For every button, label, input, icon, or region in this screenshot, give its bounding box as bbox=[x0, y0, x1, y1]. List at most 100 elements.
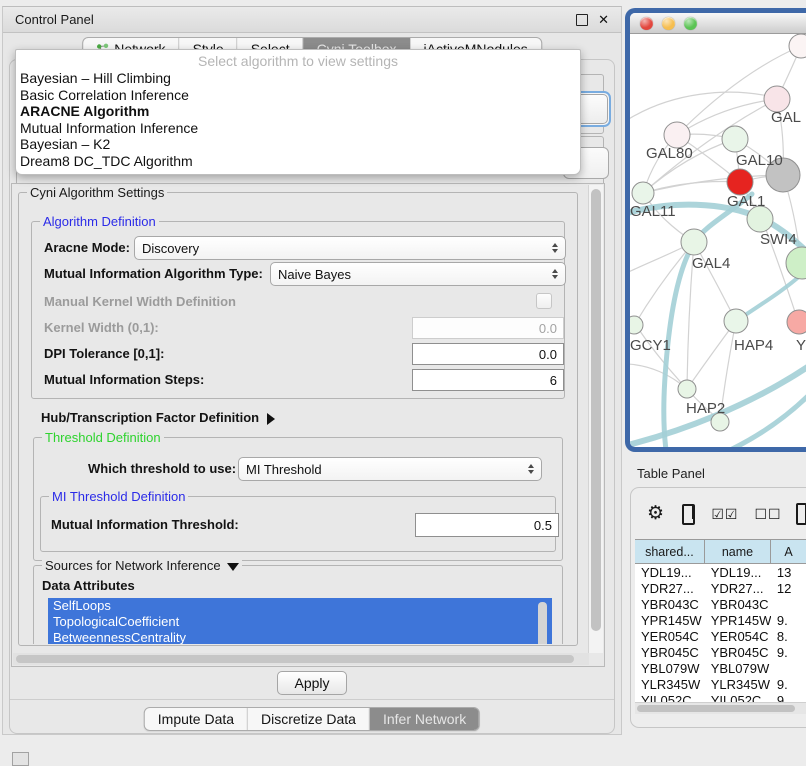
control-panel-window: Control Panel ✕ NetworkStyleSelectCyni T… bbox=[2, 6, 622, 735]
apply-button[interactable]: Apply bbox=[277, 671, 347, 695]
network-canvas[interactable]: GALGAL80GAL10GAL1GAL11SWI4GAL4GCY1HAP4YH… bbox=[630, 34, 806, 447]
algorithm-option-basic-correlation-inference[interactable]: Basic Correlation Inference bbox=[16, 87, 580, 104]
table-horizontal-scrollbar[interactable] bbox=[635, 702, 806, 714]
horizontal-scrollbar[interactable] bbox=[13, 653, 589, 665]
node-gal4[interactable] bbox=[681, 229, 707, 255]
algorithm-option-aracne-algorithm[interactable]: ARACNE Algorithm bbox=[16, 103, 580, 120]
table-cell: YBR045C bbox=[635, 644, 705, 660]
data-attributes-list[interactable]: SelfLoopsTopologicalCoefficientBetweenne… bbox=[48, 598, 552, 644]
node-label-hap2: HAP2 bbox=[686, 400, 725, 417]
node-gcy1[interactable] bbox=[630, 316, 643, 334]
node-attribute-table[interactable]: shared...nameAYDL19...YDL19...13YDR27...… bbox=[635, 539, 806, 702]
dpi-tolerance-label: DPI Tolerance [0,1]: bbox=[44, 346, 164, 361]
column-header-A[interactable]: A bbox=[771, 540, 806, 564]
column-header-name[interactable]: name bbox=[705, 540, 771, 564]
sources-group: Sources for Network Inference Data Attri… bbox=[33, 565, 563, 644]
network-edge-highlighted bbox=[726, 392, 806, 447]
kernel-width-input: 0.0 bbox=[412, 317, 564, 339]
tab-infer-network[interactable]: Infer Network bbox=[370, 708, 479, 730]
table-row[interactable]: YDR27...YDR27...12 bbox=[635, 580, 806, 596]
table-cell bbox=[771, 596, 806, 612]
expand-right-icon bbox=[267, 413, 275, 425]
node-gal1-red[interactable] bbox=[727, 169, 753, 195]
kernel-width-label: Kernel Width (0,1): bbox=[44, 320, 159, 335]
table-row[interactable]: YLR345WYLR345W9. bbox=[635, 676, 806, 692]
threshold-definition-legend: Threshold Definition bbox=[42, 430, 164, 445]
algorithm-option-bayesian-hill-climbing[interactable]: Bayesian – Hill Climbing bbox=[16, 70, 580, 87]
algorithm-option-mutual-information-inference[interactable]: Mutual Information Inference bbox=[16, 120, 580, 137]
network-edge bbox=[687, 321, 736, 389]
table-cell: 9. bbox=[771, 692, 806, 702]
tab-impute-data[interactable]: Impute Data bbox=[145, 708, 248, 730]
table-row[interactable]: YBR043CYBR043C bbox=[635, 596, 806, 612]
threshold-definition-group: Threshold Definition Which threshold to … bbox=[33, 437, 563, 561]
zoom-traffic-light-icon[interactable] bbox=[684, 17, 697, 30]
table-cell: YIL052C bbox=[635, 692, 705, 702]
table-row[interactable]: YDL19...YDL19...13 bbox=[635, 564, 806, 580]
mi-steps-input[interactable]: 6 bbox=[412, 369, 564, 391]
tab-discretize-data[interactable]: Discretize Data bbox=[248, 708, 370, 730]
node-salmon[interactable] bbox=[787, 310, 806, 334]
attribute-item-betweennesscentrality[interactable]: BetweennessCentrality bbox=[48, 630, 552, 644]
algorithm-option-bayesian-k2[interactable]: Bayesian – K2 bbox=[16, 136, 580, 153]
node-label-gal80: GAL80 bbox=[646, 145, 693, 162]
float-window-icon[interactable] bbox=[576, 14, 588, 26]
close-traffic-light-icon[interactable] bbox=[640, 17, 653, 30]
sources-legend-text: Sources for Network Inference bbox=[45, 558, 221, 573]
hub-factor-expander[interactable]: Hub/Transcription Factor Definition bbox=[41, 410, 275, 425]
mi-type-select[interactable]: Naive Bayes bbox=[270, 262, 566, 286]
mi-threshold-value: 0.5 bbox=[534, 518, 552, 533]
aracne-mode-select[interactable]: Discovery bbox=[134, 236, 566, 260]
network-window-titlebar bbox=[630, 13, 806, 34]
algorithm-option-dream8-dc-tdc-algorithm[interactable]: Dream8 DC_TDC Algorithm bbox=[16, 153, 580, 170]
stepper-icon bbox=[552, 243, 558, 253]
list-scrollbar-thumb[interactable] bbox=[538, 602, 547, 644]
node-label-gal: GAL bbox=[771, 109, 801, 126]
table-cell: YPR145W bbox=[705, 612, 771, 628]
network-view-window: GALGAL80GAL10GAL1GAL11SWI4GAL4GCY1HAP4YH… bbox=[625, 8, 806, 452]
checked-boxes-icon[interactable]: ☑☑ bbox=[711, 506, 738, 523]
sources-legend[interactable]: Sources for Network Inference bbox=[42, 558, 242, 573]
manual-kernel-checkbox[interactable] bbox=[536, 293, 552, 309]
settings-scrollpane: Cyni Algorithm Settings Algorithm Defini… bbox=[11, 183, 605, 667]
node-hap2[interactable] bbox=[678, 380, 696, 398]
table-scrollbar-thumb[interactable] bbox=[637, 705, 795, 712]
horizontal-scrollbar-thumb[interactable] bbox=[16, 655, 574, 663]
unchecked-boxes-icon[interactable]: ☐☐ bbox=[754, 506, 781, 523]
table-row[interactable]: YIL052CYIL052C9. bbox=[635, 692, 806, 702]
minimized-panel-icon[interactable] bbox=[12, 752, 29, 766]
cyni-settings-legend: Cyni Algorithm Settings bbox=[27, 185, 167, 200]
column-header-shared[interactable]: shared... bbox=[635, 540, 705, 564]
attribute-item-topologicalcoefficient[interactable]: TopologicalCoefficient bbox=[48, 614, 552, 630]
table-cell: YLR345W bbox=[705, 676, 771, 692]
node-hap4[interactable] bbox=[724, 309, 748, 333]
network-graph[interactable]: GALGAL80GAL10GAL1GAL11SWI4GAL4GCY1HAP4YH… bbox=[630, 34, 806, 447]
table-row[interactable]: YPR145WYPR145W9. bbox=[635, 612, 806, 628]
which-threshold-select[interactable]: MI Threshold bbox=[238, 457, 542, 481]
attribute-item-selfloops[interactable]: SelfLoops bbox=[48, 598, 552, 614]
table-cell: YDR27... bbox=[635, 580, 705, 596]
algorithm-definition-legend: Algorithm Definition bbox=[40, 214, 159, 229]
split-columns-icon[interactable] bbox=[682, 504, 695, 525]
table-toolbar: ⚙ ☑☑ ☐☐ bbox=[631, 496, 806, 532]
table-cell: 9. bbox=[771, 612, 806, 628]
table-row[interactable]: YBL079WYBL079W bbox=[635, 660, 806, 676]
close-icon[interactable]: ✕ bbox=[598, 15, 609, 25]
stepper-icon bbox=[528, 464, 534, 474]
node-top-partial[interactable] bbox=[789, 34, 806, 58]
table-row[interactable]: YBR045CYBR045C9. bbox=[635, 644, 806, 660]
node-gal10[interactable] bbox=[722, 126, 748, 152]
vertical-scrollbar[interactable] bbox=[588, 185, 603, 653]
gear-icon[interactable]: ⚙ bbox=[647, 504, 664, 524]
node-gal11[interactable] bbox=[632, 182, 654, 204]
node-right-large[interactable] bbox=[786, 247, 806, 279]
dpi-tolerance-input[interactable]: 0.0 bbox=[412, 343, 564, 365]
minimize-traffic-light-icon[interactable] bbox=[662, 17, 675, 30]
node-label-gcy1: GCY1 bbox=[630, 337, 671, 354]
panel-icon-partial[interactable] bbox=[796, 503, 806, 525]
table-cell: YDL19... bbox=[705, 564, 771, 580]
table-row[interactable]: YER054CYER054C8. bbox=[635, 628, 806, 644]
vertical-scrollbar-thumb[interactable] bbox=[591, 189, 601, 631]
mi-threshold-input[interactable]: 0.5 bbox=[415, 513, 559, 537]
node-label-gal10: GAL10 bbox=[736, 152, 783, 169]
